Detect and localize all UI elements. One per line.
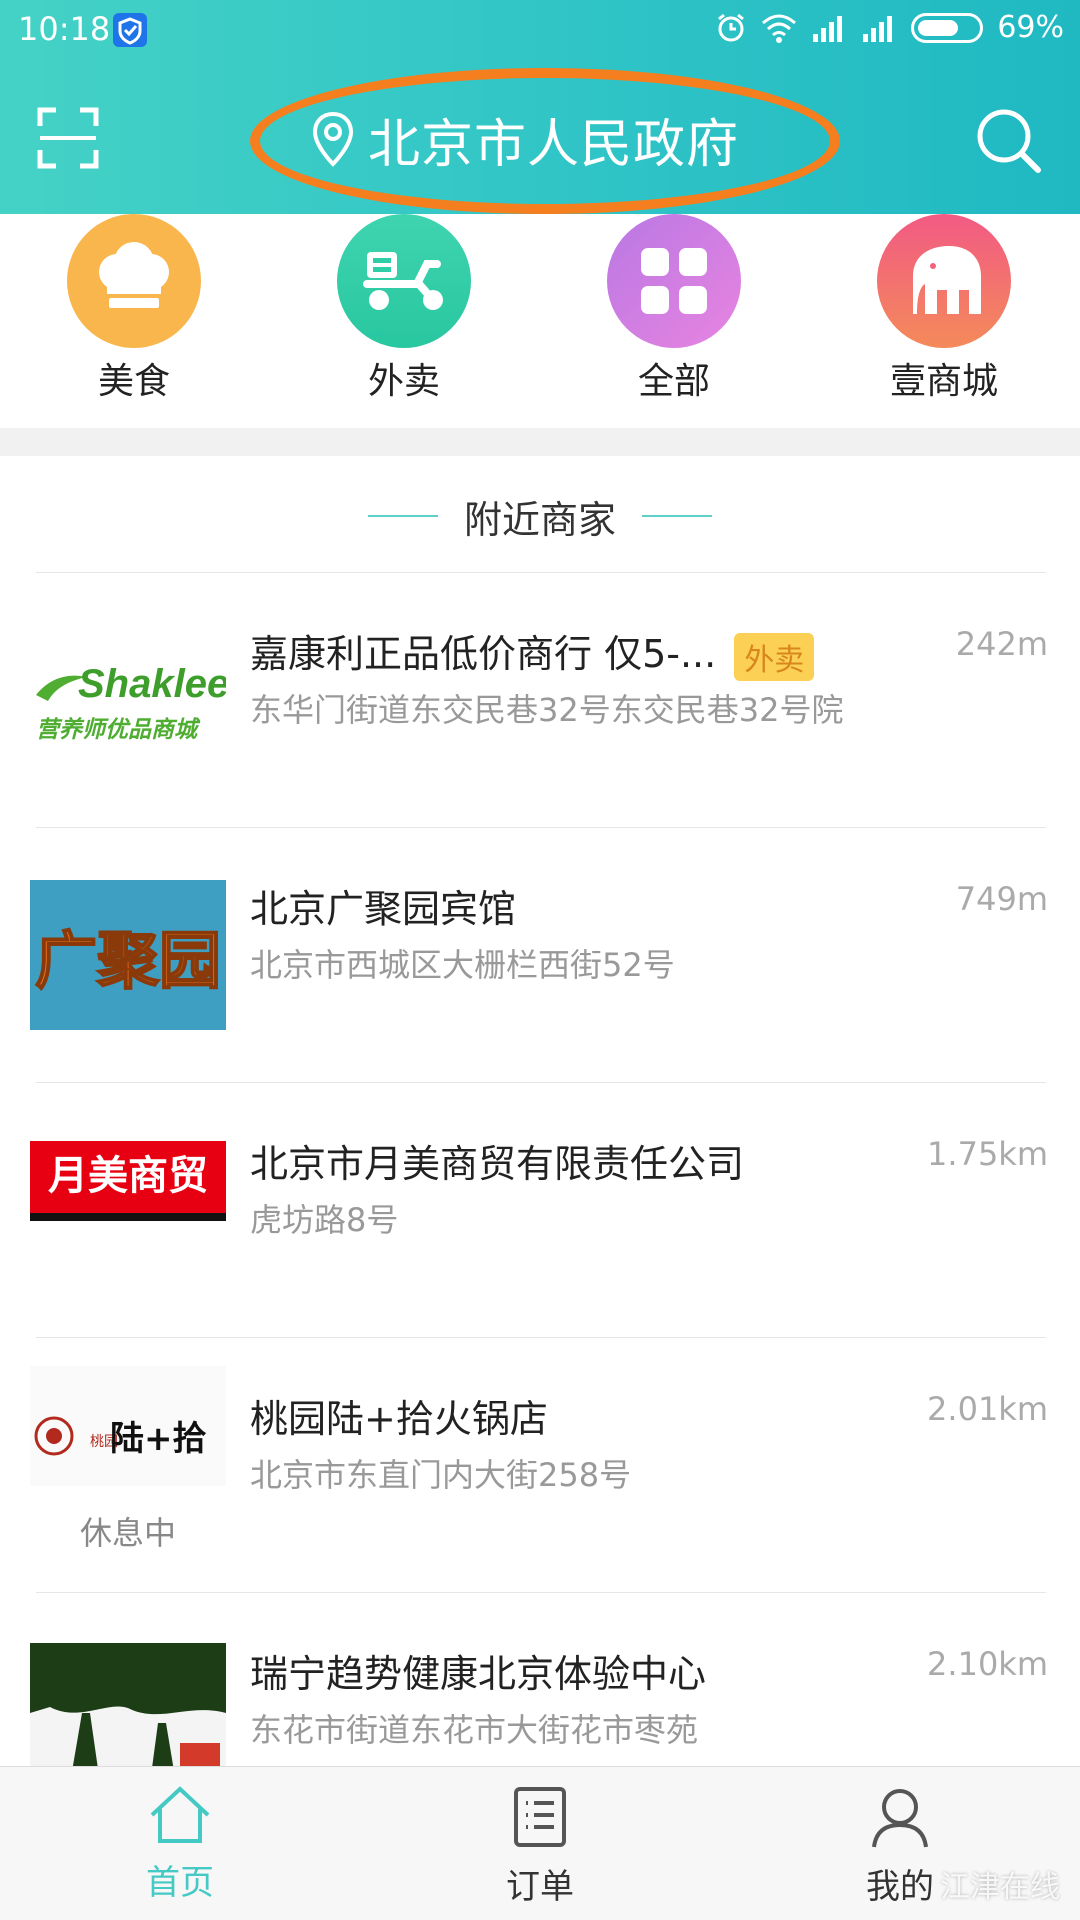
grid-icon	[607, 214, 741, 348]
chef-hat-icon	[67, 214, 201, 348]
logo-text: 陆+拾	[110, 1419, 207, 1459]
merchant-distance: 242m	[955, 625, 1048, 663]
location-label: 北京市人民政府	[368, 114, 740, 175]
search-icon[interactable]	[972, 104, 1044, 176]
nav-label: 首页	[146, 1863, 214, 1903]
decorative-line	[367, 515, 438, 517]
watermark: 江津在线	[940, 1870, 1060, 1905]
delivery-badge: 外卖	[734, 632, 815, 681]
merchant-address: 东花市街道东花市大街花市枣苑	[250, 1711, 699, 1749]
merchant-item[interactable]: 广聚园 北京广聚园宾馆 北京市西城区大栅栏西街52号 749m	[0, 828, 1080, 1083]
merchant-name: 嘉康利正品低价商行 仅5-... 外卖	[250, 623, 815, 681]
merchant-logo: Shaklee 营养师优品商城	[30, 625, 226, 775]
merchant-logo: 月美商贸	[30, 1141, 226, 1221]
merchant-address: 东华门街道东交民巷32号东交民巷32号院	[250, 691, 844, 729]
scooter-icon	[337, 214, 471, 348]
merchant-address: 虎坊路8号	[250, 1201, 399, 1239]
location-selector[interactable]: 北京市人民政府	[250, 68, 840, 214]
merchant-logo	[30, 1643, 226, 1783]
merchant-name: 北京市月美商贸有限责任公司	[250, 1142, 745, 1186]
battery-icon	[911, 12, 984, 43]
merchant-item[interactable]: 桃园 陆+拾 休息中 桃园陆+拾火锅店 北京市东直门内大街258号 2.01km	[0, 1338, 1080, 1593]
order-list-icon	[514, 1787, 566, 1847]
category-label: 全部	[637, 361, 710, 402]
merchant-name: 瑞宁趋势健康北京体验中心	[250, 1652, 707, 1696]
shield-icon	[113, 13, 147, 47]
merchant-distance: 2.01km	[927, 1390, 1048, 1428]
status-bar: 10:18 69%	[0, 0, 1080, 60]
profile-icon	[872, 1789, 928, 1848]
merchant-name: 桃园陆+拾火锅店	[250, 1397, 548, 1441]
location-pin-icon	[312, 111, 354, 167]
merchant-name: 北京广聚园宾馆	[250, 887, 517, 931]
logo-text: 广聚园	[35, 924, 221, 997]
category-all[interactable]: 全部	[564, 214, 784, 404]
top-header: 10:18 69% 北京市人民政府	[0, 0, 1080, 214]
nav-label: 订单	[506, 1867, 574, 1907]
status-icons: 69%	[715, 10, 1064, 45]
elephant-icon	[877, 214, 1011, 348]
home-icon	[150, 1786, 210, 1843]
section-separator	[0, 428, 1080, 456]
nearby-section-header: 附近商家	[0, 476, 1080, 556]
merchant-item[interactable]: 月美商贸 北京市月美商贸有限责任公司 虎坊路8号 1.75km	[0, 1083, 1080, 1338]
category-delivery[interactable]: 外卖	[294, 214, 514, 404]
decorative-line	[642, 515, 712, 517]
signal-icon	[813, 15, 843, 42]
merchant-address: 北京市东直门内大街258号	[250, 1456, 632, 1494]
category-label: 外卖	[367, 361, 440, 402]
merchant-address: 北京市西城区大栅栏西街52号	[250, 946, 675, 984]
logo-text: 月美商贸	[48, 1153, 208, 1199]
category-mall[interactable]: 壹商城	[834, 214, 1054, 404]
nav-home[interactable]: 首页	[80, 1785, 280, 1904]
merchant-logo: 桃园 陆+拾	[30, 1366, 226, 1486]
status-time: 10:18	[18, 10, 111, 48]
alarm-icon	[718, 13, 745, 41]
merchant-logo: 广聚园	[30, 880, 226, 1030]
category-label: 美食	[97, 361, 170, 402]
signal-icon-2	[863, 15, 893, 42]
wifi-icon	[762, 14, 797, 43]
logo-subtitle: 营养师优品商城	[36, 717, 201, 743]
merchant-distance: 1.75km	[927, 1135, 1048, 1173]
merchant-item[interactable]: Shaklee 营养师优品商城 嘉康利正品低价商行 仅5-... 外卖 东华门街道…	[0, 573, 1080, 828]
closed-status: 休息中	[79, 1514, 176, 1552]
shaklee-wordmark: Shaklee	[78, 662, 226, 706]
nav-orders[interactable]: 订单	[440, 1785, 640, 1908]
section-title: 附近商家	[463, 497, 616, 542]
category-food[interactable]: 美食	[24, 214, 244, 404]
bottom-navigation: 首页 订单 我的 江津在线	[0, 1766, 1080, 1920]
scan-icon[interactable]	[36, 106, 100, 170]
merchant-distance: 2.10km	[927, 1645, 1048, 1683]
category-bar: 美食 外卖 全部 壹商城	[0, 214, 1080, 428]
merchant-distance: 749m	[955, 880, 1048, 918]
battery-percent: 69%	[997, 10, 1064, 45]
category-label: 壹商城	[889, 361, 998, 402]
